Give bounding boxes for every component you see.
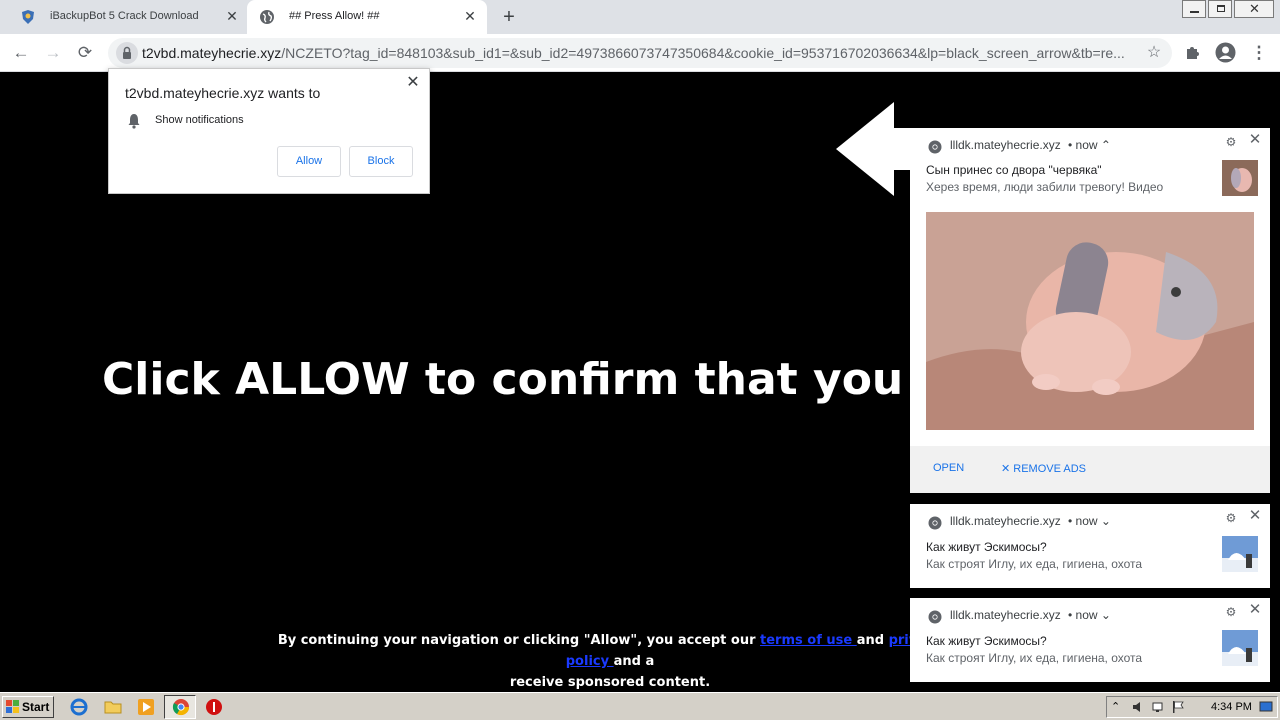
pointing-arrow-icon	[836, 102, 916, 196]
notification-card[interactable]: llldk.mateyhecrie.xyz • now ⌄ ⚙ ✕ Как жи…	[910, 504, 1270, 588]
star-icon[interactable]: ☆	[1144, 43, 1164, 63]
gear-icon[interactable]: ⚙	[1224, 605, 1238, 619]
gear-icon[interactable]: ⚙	[1224, 135, 1238, 149]
menu-kebab-icon[interactable]: ⋮	[1248, 42, 1270, 64]
flag-icon[interactable]	[1171, 700, 1185, 714]
notification-actions: OPEN ✕ REMOVE ADS	[910, 446, 1270, 493]
close-icon[interactable]: ✕	[1248, 132, 1262, 147]
show-desktop-icon[interactable]	[1259, 700, 1273, 714]
clock: 4:34 PM	[1211, 701, 1252, 713]
headline: Click ALLOW to confirm that you are	[102, 354, 1000, 405]
windows-logo-icon	[6, 700, 19, 713]
notification-permission-prompt: t2vbd.mateyhecrie.xyz wants to ✕ Show no…	[108, 68, 430, 194]
forward-arrow-icon[interactable]: →	[42, 42, 64, 64]
profile-avatar-icon[interactable]	[1215, 42, 1236, 63]
chrome-taskbar-button[interactable]	[164, 695, 196, 719]
notification-origin: llldk.mateyhecrie.xyz	[950, 514, 1061, 528]
notification-thumbnail	[1222, 160, 1258, 196]
allow-button[interactable]: Allow	[277, 146, 341, 177]
notification-title: Как живут Эскимосы?	[926, 634, 1047, 648]
extensions-puzzle-icon[interactable]	[1184, 43, 1202, 61]
url-path: /NCZETO?tag_id=848103&sub_id1=&sub_id2=4…	[281, 45, 1125, 61]
notification-time[interactable]: • now ⌄	[1068, 608, 1111, 622]
chrome-icon	[928, 610, 942, 624]
notification-card[interactable]: llldk.mateyhecrie.xyz • now ⌃ ⚙ ✕ Сын пр…	[910, 128, 1270, 493]
notification-message: Как строят Иглу, их еда, гигиена, охота	[926, 651, 1143, 665]
tab-ibackupbot[interactable]: iBackupBot 5 Crack Download Full FREE ✕	[8, 0, 246, 34]
volume-icon[interactable]	[1131, 700, 1145, 714]
footer-text-prefix: By continuing your navigation or clickin…	[277, 633, 761, 648]
prompt-item-label: Show notifications	[155, 114, 244, 126]
notification-title: Сын принес со двора "червяка"	[926, 163, 1102, 177]
tab-strip: iBackupBot 5 Crack Download Full FREE ✕ …	[0, 0, 1280, 34]
browser-toolbar: ← → ⟳ t2vbd.mateyhecrie.xyz/NCZETO?tag_i…	[0, 34, 1280, 72]
terms-of-use-link[interactable]: terms of use	[760, 633, 857, 648]
block-button[interactable]: Block	[349, 146, 413, 177]
chrome-icon	[928, 516, 942, 530]
prompt-title: t2vbd.mateyhecrie.xyz wants to	[125, 85, 321, 101]
folder-icon[interactable]	[104, 698, 122, 716]
notification-time[interactable]: • now ⌃	[1068, 138, 1111, 152]
network-icon[interactable]	[1151, 700, 1165, 714]
chrome-icon	[928, 140, 942, 154]
new-tab-button[interactable]: +	[500, 7, 518, 27]
notification-origin: llldk.mateyhecrie.xyz	[950, 608, 1061, 622]
show-hidden-icons-icon[interactable]: ⌃	[1111, 700, 1125, 714]
windows-taskbar: Start ⌃ 4:34 PM	[0, 692, 1280, 720]
close-tab-icon[interactable]: ✕	[224, 8, 240, 24]
open-button[interactable]: OPEN	[933, 462, 964, 474]
notification-message: Как строят Иглу, их еда, гигиена, охота	[926, 557, 1143, 571]
start-button[interactable]: Start	[2, 696, 54, 718]
notification-title: Как живут Эскимосы?	[926, 540, 1047, 554]
consent-footer: By continuing your navigation or clickin…	[260, 630, 960, 692]
close-icon[interactable]: ✕	[1248, 602, 1262, 617]
footer-line-2: receive sponsored content.	[509, 675, 711, 690]
tab-press-allow[interactable]: ## Press Allow! ## ✕	[247, 0, 487, 34]
url-text[interactable]: t2vbd.mateyhecrie.xyz/NCZETO?tag_id=8481…	[142, 45, 1138, 61]
close-tab-icon[interactable]: ✕	[462, 8, 478, 24]
start-label: Start	[22, 700, 50, 714]
notification-message: Херез время, люди забили тревогу! Видео	[926, 180, 1164, 194]
minimize-button[interactable]	[1182, 0, 1206, 18]
shield-favicon-icon	[22, 10, 34, 24]
globe-icon	[260, 10, 274, 24]
tab-title: ## Press Allow! ##	[289, 10, 380, 22]
address-bar[interactable]: t2vbd.mateyhecrie.xyz/NCZETO?tag_id=8481…	[108, 38, 1172, 68]
restore-button[interactable]	[1208, 0, 1232, 18]
footer-text-suffix: and a	[613, 654, 655, 669]
url-host: t2vbd.mateyhecrie.xyz	[142, 45, 282, 61]
notification-hero-image	[926, 212, 1254, 430]
system-tray: ⌃ 4:34 PM	[1106, 696, 1278, 718]
close-icon[interactable]: ✕	[405, 75, 421, 91]
notification-thumbnail	[1222, 536, 1258, 572]
close-window-button[interactable]: ✕	[1234, 0, 1274, 18]
back-arrow-icon[interactable]: ←	[10, 42, 32, 64]
notification-thumbnail	[1222, 630, 1258, 666]
internet-explorer-icon[interactable]	[70, 698, 88, 716]
notification-card[interactable]: llldk.mateyhecrie.xyz • now ⌄ ⚙ ✕ Как жи…	[910, 598, 1270, 682]
tab-title: iBackupBot 5 Crack Download Full FREE	[50, 10, 200, 22]
remove-ads-button[interactable]: ✕ REMOVE ADS	[1001, 462, 1086, 475]
stop-icon[interactable]	[205, 698, 223, 716]
bell-icon	[128, 114, 140, 129]
lock-icon[interactable]	[116, 42, 138, 64]
notification-origin: llldk.mateyhecrie.xyz	[950, 138, 1061, 152]
gear-icon[interactable]: ⚙	[1224, 511, 1238, 525]
close-icon[interactable]: ✕	[1248, 508, 1262, 523]
reload-icon[interactable]: ⟳	[74, 42, 96, 64]
footer-and: and	[856, 633, 889, 648]
notification-time[interactable]: • now ⌄	[1068, 514, 1111, 528]
media-player-icon[interactable]	[137, 698, 155, 716]
chrome-icon	[172, 699, 190, 716]
